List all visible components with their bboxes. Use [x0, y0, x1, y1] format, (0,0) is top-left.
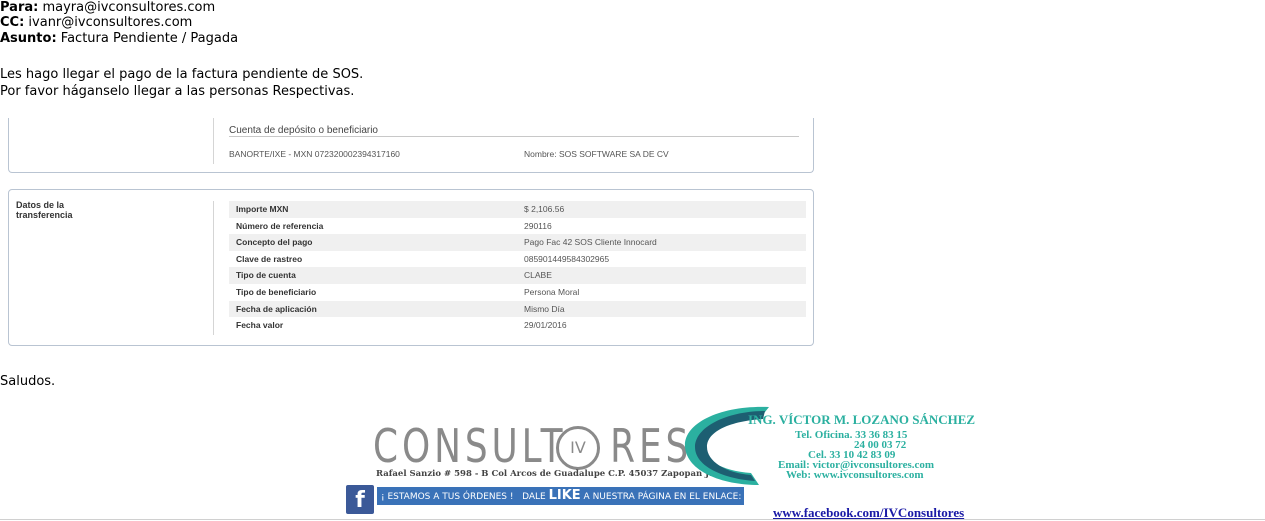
facebook-banner: ¡ ESTAMOS A TUS ÓRDENES ! DALE LIKE A NU… [377, 487, 744, 505]
body-line-2: Por favor háganselo llegar a las persona… [0, 84, 355, 99]
transfer-panel: Datos de la transferencia Importe MXN $ 2… [8, 189, 814, 346]
transfer-table: Importe MXN $ 2,106.56 Número de referenc… [229, 201, 806, 334]
table-row: Concepto del pago Pago Fac 42 SOS Cliente… [229, 234, 806, 251]
beneficiary-rule [229, 136, 799, 137]
company-address: Rafael Sanzio # 598 - B Col Arcos de Gua… [376, 469, 721, 479]
table-row: Número de referencia 290116 [229, 218, 806, 235]
row-key: Tipo de cuenta [236, 270, 296, 281]
row-value: Pago Fac 42 SOS Cliente Innocard [524, 237, 657, 248]
row-key: Tipo de beneficiario [236, 286, 317, 297]
table-row: Tipo de beneficiario Persona Moral [229, 284, 806, 301]
row-value: 290116 [524, 220, 552, 231]
company-logo-text: CONSULT RES [373, 419, 693, 473]
table-row: Fecha valor 29/01/2016 [229, 317, 806, 334]
beneficiary-panel: Cuenta de depósito o beneficiario BANORT… [8, 118, 814, 173]
row-key: Fecha valor [236, 320, 284, 331]
subject-value: Factura Pendiente / Pagada [60, 31, 239, 46]
email-signature: CONSULT RES IV Rafael Sanzio # 598 - B Co… [346, 405, 1003, 521]
row-key: Clave de rastreo [236, 253, 303, 264]
closing-text: Saludos. [0, 374, 56, 389]
row-value: 085901449584302965 [524, 253, 610, 264]
panel-divider [213, 201, 214, 335]
cc-value[interactable]: ivanr@ivconsultores.com [28, 15, 192, 30]
table-row: Importe MXN $ 2,106.56 [229, 201, 806, 218]
to-label: Para: [0, 0, 39, 15]
beneficiary-account: BANORTE/IXE - MXN 072320002394317160 [229, 149, 400, 159]
subject-line: Asunto: Factura Pendiente / Pagada [0, 31, 238, 47]
cc-line: CC: ivanr@ivconsultores.com [0, 15, 192, 31]
row-value: CLABE [524, 270, 552, 281]
row-value: Persona Moral [524, 286, 580, 297]
row-key: Fecha de aplicación [236, 303, 317, 314]
row-key: Importe MXN [236, 204, 289, 214]
table-row: Fecha de aplicación Mismo Día [229, 300, 806, 318]
facebook-icon[interactable]: f [346, 485, 374, 514]
table-row: Tipo de cuenta CLABE [229, 267, 806, 284]
to-value[interactable]: mayra@ivconsultores.com [42, 0, 215, 15]
bottom-divider [0, 519, 1265, 520]
row-value: Mismo Día [524, 303, 565, 314]
contact-web: Web: www.ivconsultores.com [786, 469, 924, 481]
beneficiary-name: Nombre: SOS SOFTWARE SA DE CV [524, 149, 669, 159]
subject-label: Asunto: [0, 31, 57, 46]
transfer-label: Datos de la transferencia [16, 200, 73, 220]
to-line: Para: mayra@ivconsultores.com [0, 0, 215, 16]
row-value: $ 2,106.56 [524, 204, 565, 214]
row-key: Número de referencia [236, 220, 324, 231]
logo-badge: IV [556, 426, 600, 470]
beneficiary-title: Cuenta de depósito o beneficiario [229, 125, 378, 136]
row-value: 29/01/2016 [524, 320, 567, 331]
table-row: Clave de rastreo 085901449584302965 [229, 251, 806, 268]
row-key: Concepto del pago [236, 237, 313, 248]
contact-name: ING. VÍCTOR M. LOZANO SÁNCHEZ [748, 412, 976, 427]
body-line-1: Les hago llegar el pago de la factura pe… [0, 67, 364, 82]
panel-divider [213, 118, 214, 164]
cc-label: CC: [0, 15, 25, 30]
